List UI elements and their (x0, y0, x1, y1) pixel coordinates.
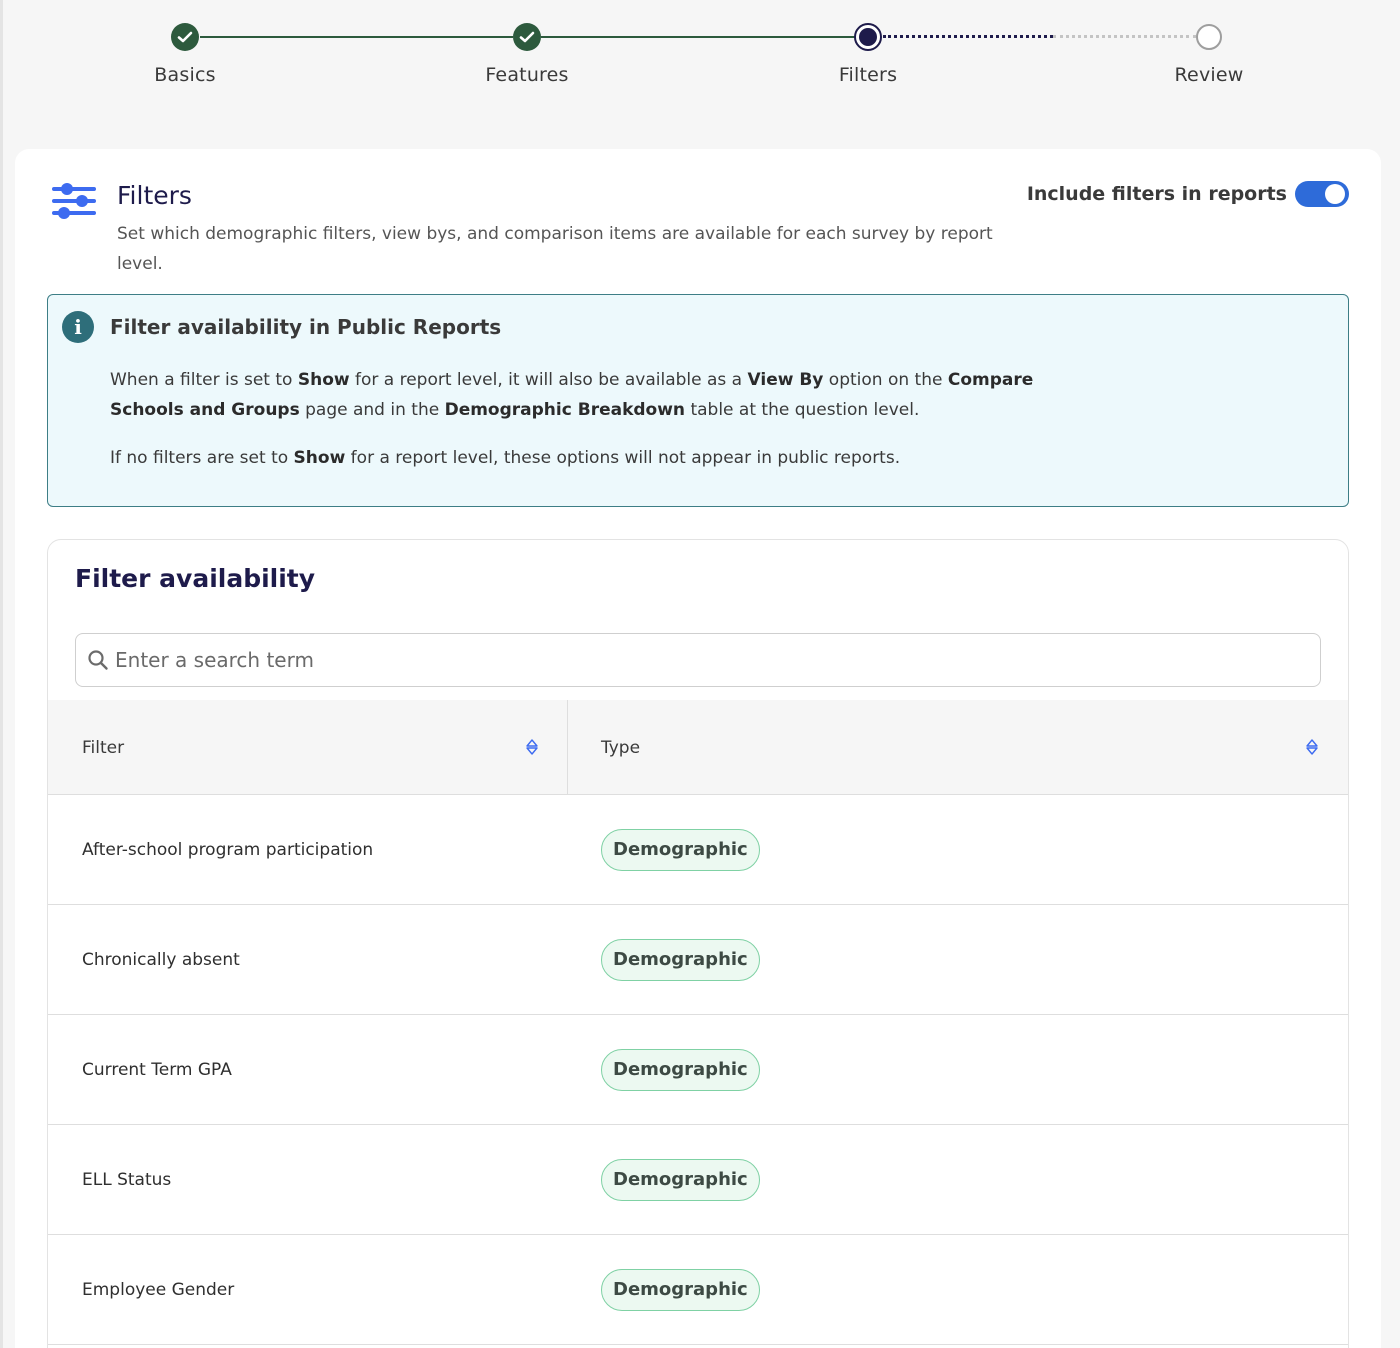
type-badge: Demographic (601, 1158, 760, 1201)
include-filters-toggle[interactable] (1295, 181, 1349, 207)
step-basics[interactable]: Basics (85, 23, 285, 86)
section-title: Filter availability (75, 564, 316, 593)
step-label: Review (1174, 64, 1244, 86)
toggle-knob (1325, 184, 1345, 204)
page-description: Set which demographic filters, view bys,… (117, 224, 993, 274)
table-header: Filter Type (48, 700, 1348, 795)
search-icon (88, 650, 108, 670)
filter-availability-panel: Filter availability Filter Type (47, 539, 1349, 1348)
search-input[interactable] (115, 648, 1295, 672)
column-header-type[interactable]: Type (568, 700, 1348, 795)
filter-name: Current Term GPA (82, 1059, 232, 1080)
info-callout: i Filter availability in Public Reports … (47, 294, 1349, 507)
search-box (75, 633, 1321, 687)
toggle-label: Include filters in reports (1026, 183, 1287, 205)
type-badge: Demographic (601, 1268, 760, 1311)
type-badge: Demographic (601, 1048, 760, 1091)
include-filters-toggle-group: Include filters in reports (1027, 181, 1349, 207)
table-row: Chronically absent Demographic (48, 905, 1348, 1015)
step-label: Basics (154, 64, 216, 86)
step-label: Features (485, 64, 569, 86)
step-label: Filters (838, 64, 898, 86)
type-badge: Demographic (601, 938, 760, 981)
step-filters[interactable]: Filters (768, 23, 968, 86)
sort-icon[interactable] (1305, 738, 1319, 756)
check-icon (171, 23, 199, 51)
info-icon: i (62, 311, 94, 343)
type-badge: Demographic (601, 828, 760, 871)
info-paragraph: When a filter is set to Show for a repor… (110, 370, 1034, 420)
check-icon (513, 23, 541, 51)
column-header-filter[interactable]: Filter (48, 700, 568, 795)
table-row: ELL Status Demographic (48, 1125, 1348, 1235)
table-row: Current Term GPA Demographic (48, 1015, 1348, 1125)
filter-name: Employee Gender (82, 1279, 235, 1300)
table-row: After-school program participation Demog… (48, 795, 1348, 905)
step-features[interactable]: Features (427, 23, 627, 86)
filter-name: After-school program participation (82, 839, 374, 860)
column-label: Type (601, 737, 641, 758)
step-review[interactable]: Review (1109, 23, 1309, 86)
info-title: Filter availability in Public Reports (110, 315, 502, 339)
sliders-icon (52, 183, 96, 219)
filter-name: ELL Status (82, 1169, 172, 1190)
page-title: Filters (117, 181, 192, 210)
table-row: Employee Gender Demographic (48, 1235, 1348, 1345)
filters-card: Filters Set which demographic filters, v… (15, 149, 1381, 1348)
column-label: Filter (82, 737, 125, 758)
page-edge (0, 0, 3, 1348)
progress-stepper: Basics Features Filters Review (0, 0, 1400, 130)
filter-name: Chronically absent (82, 949, 240, 970)
current-step-icon (854, 23, 882, 51)
upcoming-step-icon (1196, 24, 1222, 50)
sort-icon[interactable] (525, 738, 539, 756)
info-paragraph: If no filters are set to Show for a repo… (110, 448, 901, 468)
